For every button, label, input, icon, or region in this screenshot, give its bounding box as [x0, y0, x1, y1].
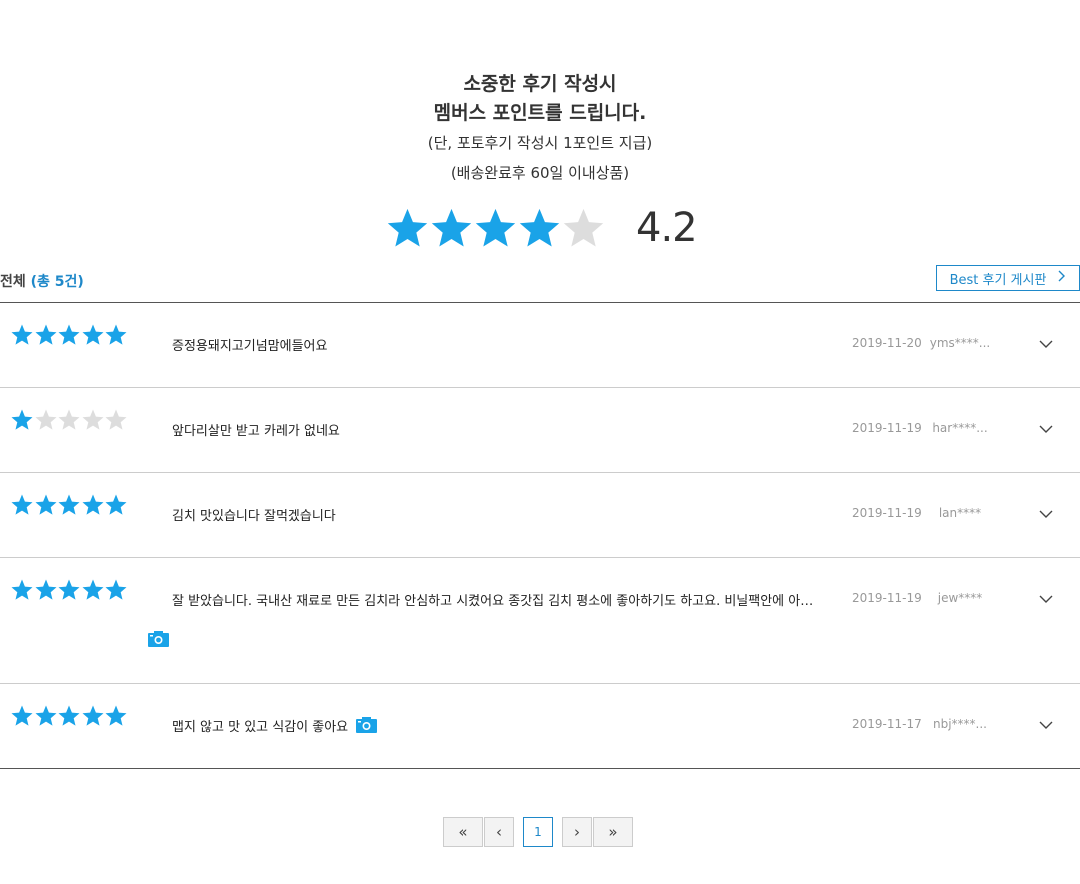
page-1-button[interactable]: 1 [523, 817, 553, 847]
review-title-text: 맵지 않고 맛 있고 식감이 좋아요 [172, 719, 349, 735]
star-filled-icon [105, 579, 127, 600]
review-list: 증정용돼지고기넘맘에들어요 2019-11-20 yms****... 앞다리살만 받… [0, 302, 1080, 769]
best-reviews-button[interactable]: Best 후기 게시판 [936, 265, 1080, 291]
star-filled-icon [82, 579, 103, 600]
average-star-rating [385, 206, 605, 251]
chevron-down-icon[interactable] [1036, 715, 1056, 735]
star-filled-icon [519, 208, 560, 246]
review-title-text: 앞다리살만 받고 카레가 없네요 [172, 423, 340, 439]
star-empty-icon [35, 409, 56, 430]
star-filled-icon [82, 705, 103, 726]
star-empty-icon [58, 409, 80, 430]
review-row[interactable]: 잘 받았습니다. 국내산 재료로 만든 김치라 안심하고 시켰어요 종갓집 김치… [0, 558, 1080, 684]
prev-page-button[interactable]: ‹ [484, 817, 514, 847]
review-star-rating [10, 323, 128, 347]
review-star-rating [10, 408, 128, 432]
star-filled-icon [58, 705, 80, 726]
chevron-down-icon[interactable] [1036, 589, 1056, 609]
star-filled-icon [105, 494, 127, 515]
promo-banner: 소중한 후기 작성시 멤버스 포인트를 드립니다. (단, 포토후기 작성시 1… [0, 70, 1080, 188]
review-title-text: 김치 맛있습니다 잘먹겠습니다 [172, 508, 336, 524]
review-author: har****... [932, 421, 988, 435]
star-filled-icon [11, 409, 33, 430]
average-rating: 4.2 [385, 204, 698, 252]
chevron-down-icon[interactable] [1036, 334, 1056, 354]
review-author: lan**** [938, 506, 982, 520]
photo-icon [148, 631, 169, 647]
star-filled-icon [58, 324, 80, 345]
review-title[interactable]: 잘 받았습니다. 국내산 재료로 만든 김치라 안심하고 시켰어요 종갓집 김치… [172, 590, 825, 609]
promo-line-2: 멤버스 포인트를 드립니다. [433, 102, 647, 124]
first-page-button[interactable]: « [443, 817, 483, 847]
chevron-down-icon[interactable] [1036, 504, 1056, 524]
review-title[interactable]: 김치 맛있습니다 잘먹겠습니다 [172, 505, 336, 524]
chevron-down-icon[interactable] [1036, 419, 1056, 439]
promo-line-3: (단, 포토후기 작성시 1포인트 지급) [427, 134, 653, 152]
review-row[interactable]: 김치 맛있습니다 잘먹겠습니다 2019-11-19 lan**** [0, 473, 1080, 558]
review-date: 2019-11-20 [852, 336, 922, 350]
star-filled-icon [105, 324, 127, 345]
review-author: nbj****... [933, 717, 987, 731]
star-filled-icon [58, 579, 80, 600]
review-title[interactable]: 증정용돼지고기넘맘에들어요 [172, 335, 328, 354]
star-empty-icon [105, 409, 127, 430]
next-page-button[interactable]: › [562, 817, 592, 847]
review-date: 2019-11-19 [852, 421, 922, 435]
star-filled-icon [11, 579, 33, 600]
review-title-text: 잘 받았습니다. 국내산 재료로 만든 김치라 안심하고 시켰어요 종갓집 김치… [172, 593, 825, 609]
review-row[interactable]: 증정용돼지고기넘맘에들어요 2019-11-20 yms****... [0, 303, 1080, 388]
review-date: 2019-11-17 [852, 717, 922, 731]
review-star-rating [10, 704, 128, 728]
last-page-button[interactable]: » [593, 817, 633, 847]
review-count-label: 전체 [0, 274, 26, 290]
review-star-rating [10, 578, 128, 602]
star-filled-icon [11, 494, 33, 515]
star-filled-icon [35, 705, 56, 726]
average-score: 4.2 [636, 205, 698, 251]
review-count: 전체 (총 5건) [0, 271, 84, 291]
star-empty-icon [82, 409, 103, 430]
review-date: 2019-11-19 [852, 591, 922, 605]
review-row[interactable]: 앞다리살만 받고 카레가 없네요 2019-11-19 har****... [0, 388, 1080, 473]
star-filled-icon [35, 494, 56, 515]
review-author: jew**** [937, 591, 983, 605]
star-filled-icon [82, 494, 103, 515]
review-title[interactable]: 맵지 않고 맛 있고 식감이 좋아요 [172, 716, 378, 735]
photo-icon [356, 717, 378, 733]
star-filled-icon [11, 324, 33, 345]
star-empty-icon [563, 208, 604, 246]
star-filled-icon [11, 705, 33, 726]
review-row[interactable]: 맵지 않고 맛 있고 식감이 좋아요 2019-11-17 nbj****... [0, 684, 1080, 769]
star-filled-icon [431, 208, 472, 246]
promo-line-1: 소중한 후기 작성시 [463, 73, 617, 95]
star-filled-icon [105, 705, 127, 726]
promo-line-4: (배송완료후 60일 이내상품) [450, 164, 630, 182]
review-title-text: 증정용돼지고기넘맘에들어요 [172, 338, 328, 354]
star-filled-icon [475, 208, 516, 246]
star-filled-icon [35, 324, 56, 345]
review-author: yms****... [929, 336, 991, 350]
review-count-value: (총 5건) [30, 274, 84, 290]
review-date: 2019-11-19 [852, 506, 922, 520]
review-title[interactable]: 앞다리살만 받고 카레가 없네요 [172, 420, 340, 439]
best-reviews-label: Best 후기 게시판 [949, 272, 1047, 288]
star-filled-icon [58, 494, 80, 515]
star-filled-icon [387, 208, 428, 246]
star-filled-icon [35, 579, 56, 600]
chevron-right-icon [1058, 270, 1066, 286]
review-star-rating [10, 493, 128, 517]
star-filled-icon [82, 324, 103, 345]
pagination: « ‹ 1 › » [443, 817, 634, 847]
